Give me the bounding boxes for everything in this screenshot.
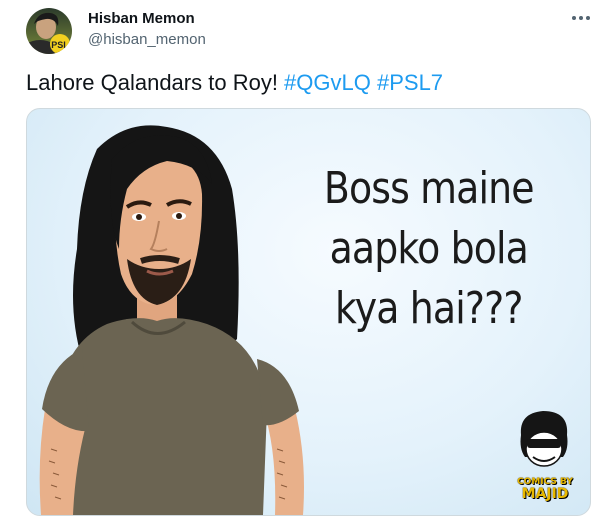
avatar-badge-text: PSL (51, 40, 69, 50)
hashtag-link[interactable]: #PSL7 (377, 70, 443, 95)
speech-line: Boss maine (323, 163, 535, 214)
brand-line: MAJID (521, 486, 569, 502)
speech-line: kya hai??? (335, 283, 523, 334)
speech-line: aapko bola (329, 223, 529, 274)
tweet-text: Lahore Qalandars to Roy! #QGvLQ #PSL7 (26, 70, 443, 96)
more-options-button[interactable] (566, 6, 596, 30)
avatar-image: PSL (26, 8, 72, 54)
tweet-media-image[interactable]: Boss maine aapko bola kya hai??? COMICS … (26, 108, 591, 516)
author-handle[interactable]: @hisban_memon (88, 31, 206, 48)
author-display-name[interactable]: Hisban Memon (88, 10, 195, 27)
speech-text: Boss maine aapko bola kya hai??? (317, 159, 541, 339)
more-horizontal-icon (572, 16, 590, 20)
tweet-card[interactable]: PSL Hisban Memon @hisban_memon Lahore Qa… (0, 0, 608, 525)
hashtag-link[interactable]: #QGvLQ (284, 70, 371, 95)
brand-caption: COMICS BY MAJID (515, 477, 575, 501)
author-avatar[interactable]: PSL (26, 8, 72, 54)
tweet-text-body: Lahore Qalandars to Roy! (26, 70, 285, 95)
